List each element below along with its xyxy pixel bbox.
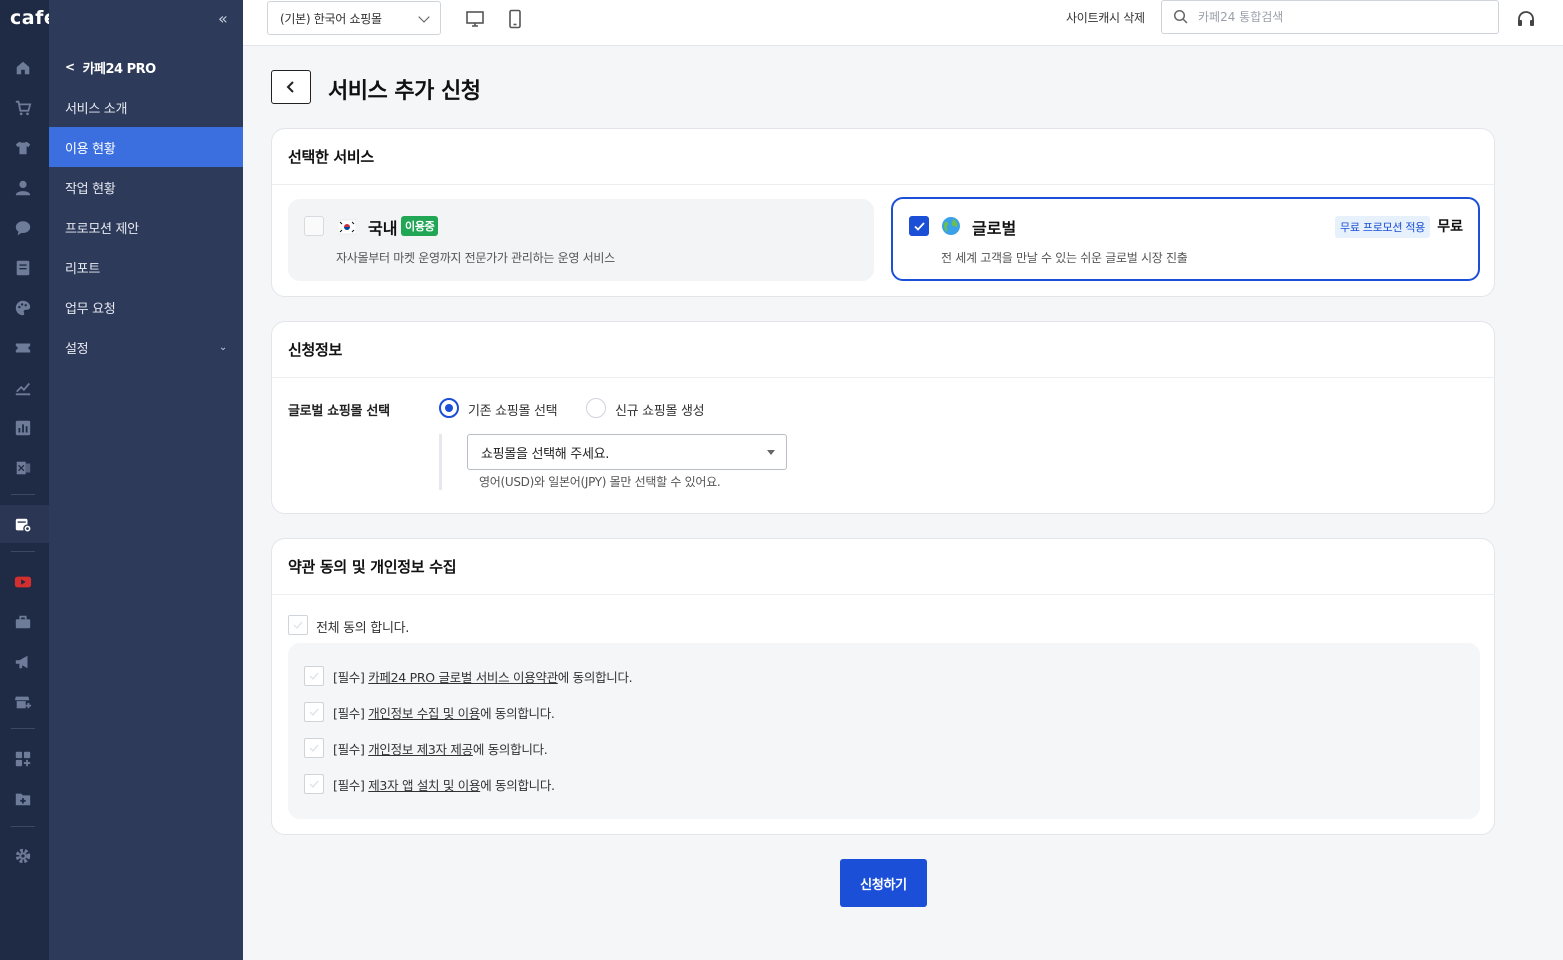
selected-services-heading: 선택한 서비스 bbox=[272, 129, 1494, 185]
excel-icon[interactable] bbox=[12, 457, 34, 479]
chevron-down-icon bbox=[418, 11, 430, 23]
term-item: [필수] 제3자 앱 설치 및 이용에 동의합니다. bbox=[304, 774, 555, 794]
term-checkbox[interactable] bbox=[304, 666, 324, 686]
stats-icon[interactable] bbox=[12, 417, 34, 439]
term-link-privacy-collection[interactable]: 개인정보 수집 및 이용 bbox=[368, 706, 480, 721]
agree-all-label[interactable]: 전체 동의 합니다. bbox=[316, 617, 409, 636]
term-link-service-terms[interactable]: 카페24 PRO 글로벌 서비스 이용약관 bbox=[368, 670, 558, 685]
term-item: [필수] 개인정보 제3자 제공에 동의합니다. bbox=[304, 738, 548, 758]
sidebar-item-settings[interactable]: 설정 ⌄ bbox=[49, 327, 243, 367]
existing-mall-radio[interactable] bbox=[439, 398, 459, 418]
icon-rail: cafe24 bbox=[0, 0, 84, 960]
existing-mall-label[interactable]: 기존 쇼핑몰 선택 bbox=[468, 400, 558, 419]
check-icon bbox=[293, 621, 303, 630]
new-mall-label[interactable]: 신규 쇼핑몰 생성 bbox=[615, 400, 705, 419]
subnav-back-link[interactable]: < 카페24 PRO bbox=[65, 57, 156, 77]
term-item: [필수] 카페24 PRO 글로벌 서비스 이용약관에 동의합니다. bbox=[304, 666, 633, 686]
toolbox-icon[interactable] bbox=[12, 611, 34, 633]
sidebar-item-promotion[interactable]: 프로모션 제안 bbox=[49, 207, 243, 247]
chevron-left-icon: < bbox=[65, 60, 75, 74]
domestic-service-option[interactable]: 국내 이용중 자사몰부터 마켓 운영까지 전문가가 관리하는 운영 서비스 bbox=[288, 199, 874, 281]
term-checkbox[interactable] bbox=[304, 738, 324, 758]
app-service-icon[interactable] bbox=[12, 514, 34, 536]
terms-list: [필수] 카페24 PRO 글로벌 서비스 이용약관에 동의합니다. [필수] … bbox=[288, 643, 1480, 819]
caret-down-icon bbox=[767, 450, 775, 455]
sub-sidebar: < 카페24 PRO 서비스 소개 이용 현황 작업 현황 프로모션 제안 리포… bbox=[49, 0, 243, 960]
mall-select[interactable]: (기본) 한국어 쇼핑몰 bbox=[267, 1, 441, 35]
home-icon[interactable] bbox=[12, 57, 34, 79]
check-icon bbox=[309, 780, 319, 789]
youtube-icon[interactable] bbox=[12, 571, 34, 593]
page-title: 서비스 추가 신청 bbox=[328, 79, 481, 104]
mall-dropdown[interactable]: 쇼핑몰을 선택해 주세요. bbox=[467, 434, 787, 470]
chevron-down-icon: ⌄ bbox=[218, 341, 227, 353]
collapse-sidebar-button[interactable]: « bbox=[218, 9, 228, 28]
grid-add-icon[interactable] bbox=[12, 748, 34, 770]
check-icon bbox=[309, 708, 319, 717]
agree-all-checkbox[interactable] bbox=[288, 615, 308, 635]
global-service-name: 글로벌 bbox=[972, 219, 1017, 238]
korea-flag-icon bbox=[338, 219, 356, 235]
store-add-icon[interactable] bbox=[12, 691, 34, 713]
free-promotion-badge: 무료 프로모션 적용 bbox=[1335, 216, 1430, 238]
gear-icon[interactable] bbox=[12, 845, 34, 867]
search-input[interactable] bbox=[1198, 10, 1478, 24]
mobile-view-icon[interactable] bbox=[505, 9, 525, 29]
term-link-third-party-app[interactable]: 제3자 앱 설치 및 이용 bbox=[368, 778, 480, 793]
chat-icon[interactable] bbox=[12, 217, 34, 239]
check-icon bbox=[913, 221, 925, 231]
chevron-left-icon bbox=[286, 81, 294, 93]
application-info-heading: 신청정보 bbox=[272, 322, 1494, 378]
sidebar-item-service-intro[interactable]: 서비스 소개 bbox=[49, 87, 243, 127]
global-service-checkbox[interactable] bbox=[909, 216, 929, 236]
top-bar: (기본) 한국어 쇼핑몰 사이트캐시 삭제 bbox=[243, 0, 1563, 46]
term-checkbox[interactable] bbox=[304, 774, 324, 794]
terms-heading: 약관 동의 및 개인정보 수집 bbox=[272, 539, 1494, 595]
user-icon[interactable] bbox=[12, 177, 34, 199]
global-mall-select-label: 글로벌 쇼핑몰 선택 bbox=[288, 404, 390, 419]
globe-icon bbox=[942, 217, 960, 235]
subnav-title: 카페24 PRO bbox=[82, 61, 157, 77]
site-cache-delete-button[interactable]: 사이트캐시 삭제 bbox=[1066, 9, 1145, 26]
check-icon bbox=[309, 744, 319, 753]
trend-icon[interactable] bbox=[12, 377, 34, 399]
search-icon bbox=[1173, 9, 1188, 24]
sidebar-item-usage-status[interactable]: 이용 현황 bbox=[49, 127, 243, 167]
search-box[interactable] bbox=[1161, 0, 1499, 34]
palette-icon[interactable] bbox=[12, 297, 34, 319]
terms-card: 약관 동의 및 개인정보 수집 전체 동의 합니다. [필수] 카페24 PRO… bbox=[271, 538, 1495, 835]
sidebar-item-work-status[interactable]: 작업 현황 bbox=[49, 167, 243, 207]
global-service-desc: 전 세계 고객을 만날 수 있는 쉬운 글로벌 시장 진출 bbox=[941, 251, 1188, 265]
sidebar-item-report[interactable]: 리포트 bbox=[49, 247, 243, 287]
term-link-third-party-provision[interactable]: 개인정보 제3자 제공 bbox=[368, 742, 473, 757]
selected-services-card: 선택한 서비스 국내 이용중 자사몰부터 마켓 운영까지 전문가가 관리하는 운… bbox=[271, 128, 1495, 297]
new-mall-radio[interactable] bbox=[586, 398, 606, 418]
term-checkbox[interactable] bbox=[304, 702, 324, 722]
global-service-option[interactable]: 글로벌 무료 프로모션 적용 무료 전 세계 고객을 만날 수 있는 쉬운 글로… bbox=[891, 197, 1480, 281]
back-button[interactable] bbox=[271, 70, 311, 104]
check-icon bbox=[309, 672, 319, 681]
application-info-card: 신청정보 글로벌 쇼핑몰 선택 기존 쇼핑몰 선택 신규 쇼핑몰 생성 쇼핑몰을… bbox=[271, 321, 1495, 514]
desktop-view-icon[interactable] bbox=[465, 9, 485, 29]
board-icon[interactable] bbox=[12, 257, 34, 279]
domestic-service-checkbox[interactable] bbox=[304, 216, 324, 236]
currency-hint: 영어(USD)와 일본어(JPY) 몰만 선택할 수 있어요. bbox=[479, 475, 721, 489]
cart-icon[interactable] bbox=[12, 97, 34, 119]
sidebar-item-task-request[interactable]: 업무 요청 bbox=[49, 287, 243, 327]
term-item: [필수] 개인정보 수집 및 이용에 동의합니다. bbox=[304, 702, 555, 722]
headset-icon[interactable] bbox=[1515, 8, 1537, 30]
domestic-service-name: 국내 bbox=[368, 219, 398, 238]
in-use-badge: 이용중 bbox=[401, 216, 439, 236]
megaphone-icon[interactable] bbox=[12, 651, 34, 673]
submit-button[interactable]: 신청하기 bbox=[840, 859, 927, 907]
folder-add-icon[interactable] bbox=[12, 788, 34, 810]
shirt-icon[interactable] bbox=[12, 137, 34, 159]
domestic-service-desc: 자사몰부터 마켓 운영까지 전문가가 관리하는 운영 서비스 bbox=[336, 251, 615, 265]
coupon-icon[interactable] bbox=[12, 337, 34, 359]
global-service-price: 무료 bbox=[1437, 219, 1463, 235]
